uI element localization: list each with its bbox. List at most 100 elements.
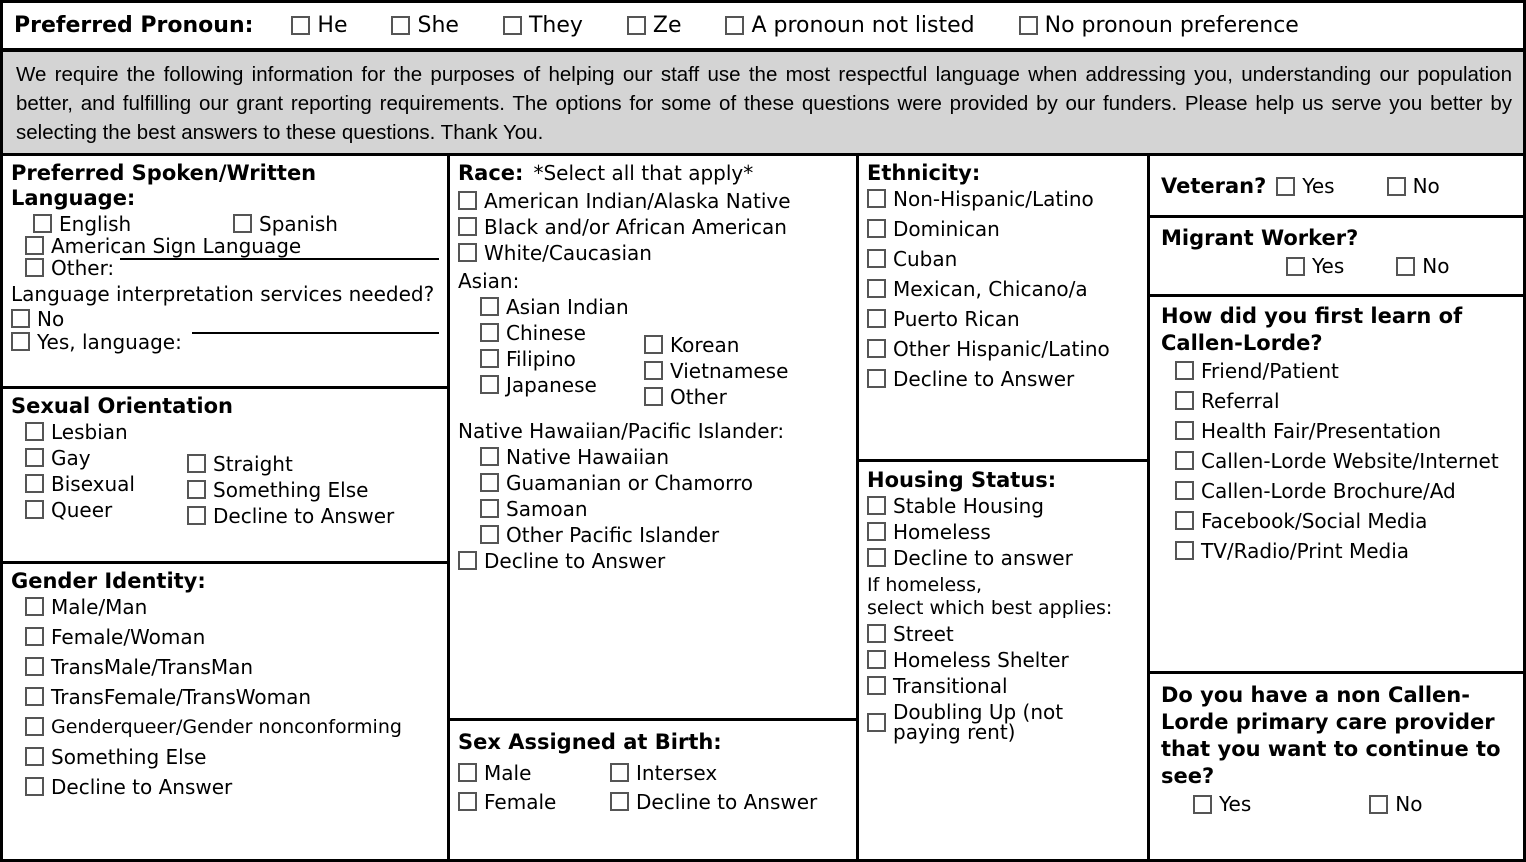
veteran-option-yes[interactable]: Yes bbox=[1276, 176, 1335, 196]
orientation-option-lesbian[interactable]: Lesbian bbox=[11, 422, 187, 442]
checkbox-icon[interactable] bbox=[1175, 391, 1194, 410]
checkbox-icon[interactable] bbox=[458, 763, 477, 782]
checkbox-icon[interactable] bbox=[458, 217, 477, 236]
orientation-option-queer[interactable]: Queer bbox=[11, 500, 187, 520]
housing-option-homeless[interactable]: Homeless bbox=[867, 522, 1147, 542]
checkbox-icon[interactable] bbox=[25, 627, 44, 646]
pcp-option-no[interactable]: No bbox=[1369, 794, 1423, 814]
sex-option-male[interactable]: Male bbox=[458, 763, 610, 783]
ethnicity-option-dominican[interactable]: Dominican bbox=[867, 219, 1147, 239]
checkbox-icon[interactable] bbox=[25, 657, 44, 676]
checkbox-icon[interactable] bbox=[1286, 256, 1305, 276]
checkbox-icon[interactable] bbox=[644, 387, 663, 406]
race-option-decline[interactable]: Decline to Answer bbox=[458, 551, 856, 571]
checkbox-icon[interactable] bbox=[626, 16, 646, 35]
pronoun-option-she[interactable]: She bbox=[391, 13, 459, 38]
ethnicity-option-cuban[interactable]: Cuban bbox=[867, 249, 1147, 269]
learn-option-website[interactable]: Callen-Lorde Website/Internet bbox=[1161, 451, 1523, 471]
pronoun-option-he[interactable]: He bbox=[291, 13, 347, 38]
race-option-black[interactable]: Black and/or African American bbox=[458, 217, 856, 237]
race-option-chinese[interactable]: Chinese bbox=[458, 323, 644, 343]
race-option-filipino[interactable]: Filipino bbox=[458, 349, 644, 369]
checkbox-icon[interactable] bbox=[867, 676, 886, 695]
orientation-option-bisexual[interactable]: Bisexual bbox=[11, 474, 187, 494]
checkbox-icon[interactable] bbox=[867, 279, 886, 298]
housing-sub-option-doubling-up[interactable]: Doubling Up (not paying rent) bbox=[867, 702, 1147, 742]
sex-option-intersex[interactable]: Intersex bbox=[610, 763, 717, 783]
race-option-american-indian[interactable]: American Indian/Alaska Native bbox=[458, 191, 856, 211]
checkbox-icon[interactable] bbox=[25, 687, 44, 706]
race-option-other-asian[interactable]: Other bbox=[644, 387, 856, 407]
ethnicity-option-non-hispanic[interactable]: Non-Hispanic/Latino bbox=[867, 189, 1147, 209]
checkbox-icon[interactable] bbox=[187, 506, 206, 525]
gender-option-female-woman[interactable]: Female/Woman bbox=[11, 627, 447, 647]
race-option-asian-indian[interactable]: Asian Indian bbox=[458, 297, 644, 317]
race-option-korean[interactable]: Korean bbox=[644, 335, 856, 355]
checkbox-icon[interactable] bbox=[25, 597, 44, 616]
learn-option-friend-patient[interactable]: Friend/Patient bbox=[1161, 361, 1523, 381]
checkbox-icon[interactable] bbox=[33, 214, 52, 233]
checkbox-icon[interactable] bbox=[1369, 794, 1389, 814]
pronoun-option-ze[interactable]: Ze bbox=[626, 13, 681, 38]
pronoun-option-they[interactable]: They bbox=[502, 13, 583, 38]
sex-option-decline[interactable]: Decline to Answer bbox=[610, 792, 817, 812]
checkbox-icon[interactable] bbox=[11, 332, 30, 351]
language-option-english[interactable]: English bbox=[11, 214, 233, 234]
checkbox-icon[interactable] bbox=[25, 777, 44, 796]
checkbox-icon[interactable] bbox=[867, 496, 886, 515]
language-option-asl[interactable]: American Sign Language bbox=[11, 236, 447, 256]
learn-option-referral[interactable]: Referral bbox=[1161, 391, 1523, 411]
language-other-input[interactable] bbox=[120, 258, 439, 260]
checkbox-icon[interactable] bbox=[867, 189, 886, 208]
checkbox-icon[interactable] bbox=[867, 548, 886, 567]
checkbox-icon[interactable] bbox=[187, 454, 206, 473]
checkbox-icon[interactable] bbox=[480, 375, 499, 394]
language-option-other[interactable]: Other: bbox=[11, 258, 447, 278]
orientation-option-gay[interactable]: Gay bbox=[11, 448, 187, 468]
checkbox-icon[interactable] bbox=[480, 473, 499, 492]
learn-option-facebook[interactable]: Facebook/Social Media bbox=[1161, 511, 1523, 531]
orientation-option-decline[interactable]: Decline to Answer bbox=[187, 506, 447, 526]
language-option-spanish[interactable]: Spanish bbox=[233, 214, 338, 234]
checkbox-icon[interactable] bbox=[1175, 451, 1194, 470]
housing-option-stable[interactable]: Stable Housing bbox=[867, 496, 1147, 516]
checkbox-icon[interactable] bbox=[1175, 511, 1194, 530]
checkbox-icon[interactable] bbox=[391, 16, 411, 35]
checkbox-icon[interactable] bbox=[480, 323, 499, 342]
interpretation-language-input[interactable] bbox=[191, 332, 439, 334]
checkbox-icon[interactable] bbox=[11, 309, 30, 328]
checkbox-icon[interactable] bbox=[25, 747, 44, 766]
checkbox-icon[interactable] bbox=[1018, 16, 1038, 35]
interpretation-option-yes[interactable]: Yes, language: bbox=[11, 332, 447, 352]
checkbox-icon[interactable] bbox=[25, 448, 44, 467]
checkbox-icon[interactable] bbox=[480, 525, 499, 544]
checkbox-icon[interactable] bbox=[1386, 176, 1406, 196]
race-option-native-hawaiian[interactable]: Native Hawaiian bbox=[458, 447, 856, 467]
checkbox-icon[interactable] bbox=[867, 249, 886, 268]
migrant-option-no[interactable]: No bbox=[1396, 256, 1450, 276]
race-option-other-pacific-islander[interactable]: Other Pacific Islander bbox=[458, 525, 856, 545]
gender-option-transfemale[interactable]: TransFemale/TransWoman bbox=[11, 687, 447, 707]
checkbox-icon[interactable] bbox=[867, 369, 886, 388]
ethnicity-option-puerto-rican[interactable]: Puerto Rican bbox=[867, 309, 1147, 329]
checkbox-icon[interactable] bbox=[610, 792, 629, 811]
checkbox-icon[interactable] bbox=[1396, 256, 1416, 276]
checkbox-icon[interactable] bbox=[725, 16, 745, 35]
gender-option-transmale[interactable]: TransMale/TransMan bbox=[11, 657, 447, 677]
housing-option-decline[interactable]: Decline to answer bbox=[867, 548, 1147, 568]
orientation-option-something-else[interactable]: Something Else bbox=[187, 480, 447, 500]
race-option-japanese[interactable]: Japanese bbox=[458, 375, 644, 395]
gender-option-something-else[interactable]: Something Else bbox=[11, 747, 447, 767]
pronoun-option-no-preference[interactable]: No pronoun preference bbox=[1018, 13, 1299, 38]
race-option-white[interactable]: White/Caucasian bbox=[458, 243, 856, 263]
ethnicity-option-other-hispanic[interactable]: Other Hispanic/Latino bbox=[867, 339, 1147, 359]
ethnicity-option-decline[interactable]: Decline to Answer bbox=[867, 369, 1147, 389]
learn-option-brochure[interactable]: Callen-Lorde Brochure/Ad bbox=[1161, 481, 1523, 501]
checkbox-icon[interactable] bbox=[25, 500, 44, 519]
checkbox-icon[interactable] bbox=[867, 309, 886, 328]
checkbox-icon[interactable] bbox=[1193, 794, 1212, 814]
checkbox-icon[interactable] bbox=[25, 422, 44, 441]
interpretation-option-no[interactable]: No bbox=[11, 309, 447, 329]
checkbox-icon[interactable] bbox=[1175, 481, 1194, 500]
gender-option-genderqueer[interactable]: Genderqueer/Gender nonconforming bbox=[11, 717, 447, 737]
